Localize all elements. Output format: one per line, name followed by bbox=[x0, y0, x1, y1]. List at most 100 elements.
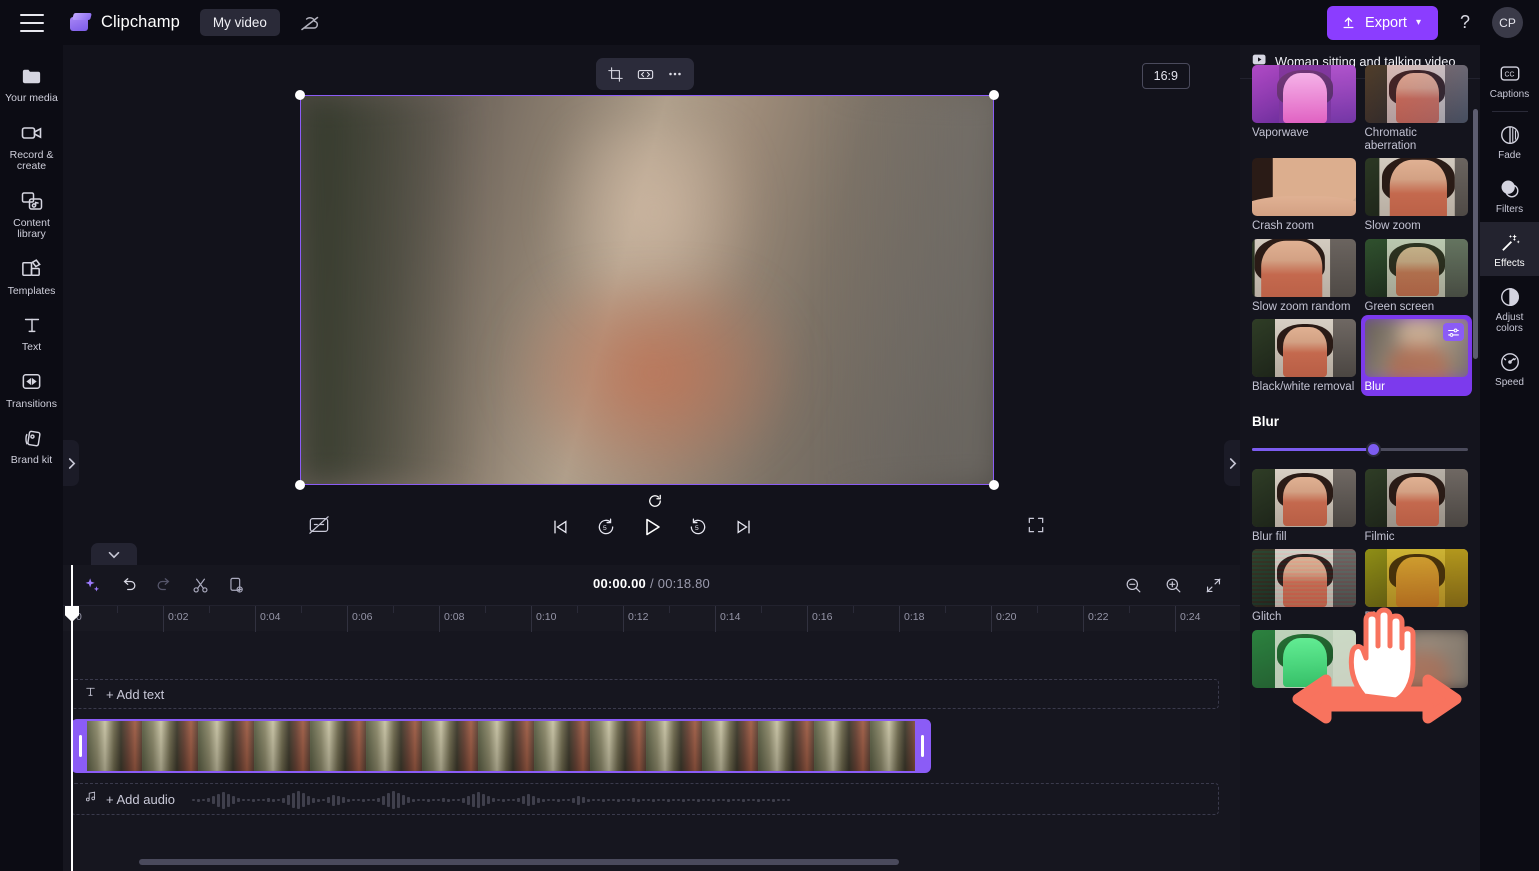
sidebar-item-transitions[interactable]: Transitions bbox=[0, 361, 63, 418]
sidebar-item-filters[interactable]: Filters bbox=[1480, 168, 1539, 222]
ruler-label: 0:22 bbox=[1088, 611, 1109, 623]
blur-slider[interactable] bbox=[1252, 441, 1468, 459]
sidebar-label: Speed bbox=[1495, 377, 1524, 388]
sidebar-item-effects[interactable]: Effects bbox=[1480, 222, 1539, 276]
sidebar-label: Text bbox=[21, 341, 42, 353]
aspect-ratio-badge[interactable]: 16:9 bbox=[1141, 63, 1190, 89]
top-bar: Clipchamp My video Export ▾ ? CP bbox=[0, 0, 1539, 45]
time-separator: / bbox=[649, 576, 654, 591]
forward-5-icon[interactable]: 5 bbox=[684, 513, 712, 541]
export-button[interactable]: Export ▾ bbox=[1327, 5, 1438, 40]
trim-handle-right[interactable] bbox=[915, 721, 929, 771]
effect-label: Filmic bbox=[1364, 530, 1395, 543]
sidebar-item-text[interactable]: Text bbox=[0, 304, 63, 361]
folder-icon bbox=[20, 64, 44, 88]
sidebar-label: Effects bbox=[1494, 258, 1525, 269]
sparkle-icon[interactable] bbox=[77, 571, 107, 599]
sidebar-item-captions[interactable]: CC Captions bbox=[1480, 53, 1539, 107]
sidebar-label: Filters bbox=[1495, 204, 1524, 215]
add-audio-track[interactable]: + Add audio bbox=[71, 783, 1219, 815]
effects-wand-icon bbox=[1498, 231, 1521, 254]
trim-handle-left[interactable] bbox=[73, 721, 87, 771]
fit-timeline-icon[interactable] bbox=[1198, 571, 1228, 599]
playhead[interactable] bbox=[65, 565, 79, 871]
svg-text:5: 5 bbox=[603, 525, 607, 532]
scissors-icon[interactable] bbox=[185, 571, 215, 599]
sidebar-item-templates[interactable]: Templates bbox=[0, 248, 63, 305]
add-text-track[interactable]: + Add text bbox=[71, 679, 1219, 709]
effect-thumbnail bbox=[1252, 238, 1356, 297]
effect-slow-zoom[interactable]: Slow zoom bbox=[1364, 158, 1468, 233]
timeline-scrollbar[interactable] bbox=[139, 859, 899, 865]
effects-scroll-area[interactable]: Vaporwave Chromatic aberration Crash zoo… bbox=[1240, 65, 1480, 871]
speedometer-icon bbox=[1498, 350, 1521, 373]
redo-icon[interactable] bbox=[149, 571, 179, 599]
effect-thumbnail bbox=[1252, 468, 1356, 527]
sidebar-item-record-create[interactable]: Record & create bbox=[0, 112, 63, 180]
video-clip[interactable] bbox=[71, 719, 931, 773]
avatar[interactable]: CP bbox=[1492, 7, 1523, 38]
effect-glitch[interactable]: Glitch bbox=[1252, 549, 1356, 624]
sidebar-label: Adjust colors bbox=[1495, 312, 1524, 334]
effect-blur[interactable]: Blur bbox=[1360, 315, 1472, 396]
fit-arrows-icon[interactable] bbox=[632, 62, 658, 86]
effects-panel-scrollbar[interactable] bbox=[1473, 109, 1478, 359]
ruler-label: 0:02 bbox=[168, 611, 189, 623]
effect-next-row-right[interactable] bbox=[1364, 629, 1468, 688]
timeline-collapse-button[interactable] bbox=[91, 543, 137, 565]
project-name-chip[interactable]: My video bbox=[199, 9, 280, 36]
captions-off-icon[interactable] bbox=[308, 515, 334, 539]
sidebar-item-adjust-colors[interactable]: Adjust colors bbox=[1480, 276, 1539, 341]
resize-handle-bottom-right[interactable] bbox=[989, 480, 999, 490]
cloud-off-icon[interactable] bbox=[298, 11, 322, 35]
right-panel-collapse-button[interactable] bbox=[1224, 440, 1240, 486]
fullscreen-icon[interactable] bbox=[1026, 515, 1050, 539]
ellipsis-icon[interactable] bbox=[662, 62, 688, 86]
current-time: 00:00.00 bbox=[593, 576, 646, 591]
effect-label: Crash zoom bbox=[1252, 220, 1314, 232]
video-preview[interactable] bbox=[300, 95, 994, 485]
sidebar-item-brand-kit[interactable]: Brand kit bbox=[0, 417, 63, 474]
effect-vaporwave[interactable]: Vaporwave bbox=[1252, 65, 1356, 152]
left-rail-collapse-button[interactable] bbox=[63, 440, 79, 486]
effect-next-row-left[interactable] bbox=[1252, 629, 1356, 688]
slider-knob[interactable] bbox=[1365, 441, 1381, 457]
effect-chromatic-aberration[interactable]: Chromatic aberration bbox=[1364, 65, 1468, 152]
effect-blur-fill[interactable]: Blur fill bbox=[1252, 468, 1356, 544]
effect-crash-zoom[interactable]: Crash zoom bbox=[1252, 158, 1356, 233]
effect-label: Blur fill bbox=[1252, 530, 1287, 543]
rewind-5-icon[interactable]: 5 bbox=[592, 513, 620, 541]
reload-icon[interactable] bbox=[645, 491, 665, 511]
audio-waveform bbox=[192, 789, 1212, 811]
effect-thumbnail bbox=[1364, 468, 1468, 527]
help-button[interactable]: ? bbox=[1452, 10, 1478, 36]
crop-icon[interactable] bbox=[602, 62, 628, 86]
zoom-in-icon[interactable] bbox=[1158, 571, 1188, 599]
resize-handle-top-left[interactable] bbox=[295, 90, 305, 100]
chevron-down-icon bbox=[108, 551, 120, 558]
hamburger-icon[interactable] bbox=[20, 13, 44, 32]
effect-disco[interactable]: Disco bbox=[1364, 549, 1468, 624]
resize-handle-top-right[interactable] bbox=[989, 90, 999, 100]
skip-next-icon[interactable] bbox=[730, 513, 758, 541]
music-note-icon bbox=[84, 790, 97, 808]
effect-filmic[interactable]: Filmic bbox=[1364, 468, 1468, 544]
sidebar-item-fade[interactable]: Fade bbox=[1480, 114, 1539, 168]
effect-green-screen[interactable]: Green screen bbox=[1364, 238, 1468, 314]
undo-icon[interactable] bbox=[113, 571, 143, 599]
sliders-icon[interactable] bbox=[1443, 323, 1464, 341]
sidebar-item-speed[interactable]: Speed bbox=[1480, 341, 1539, 395]
closed-captions-icon: CC bbox=[1498, 62, 1521, 85]
duplicate-icon[interactable] bbox=[221, 571, 251, 599]
sidebar-item-content-library[interactable]: Content library bbox=[0, 180, 63, 248]
timeline-ruler[interactable]: 0 0:02 0:04 0:06 0:08 0:10 0:12 0:14 0:16 0:18 0:2… bbox=[63, 605, 1240, 632]
effect-black-white-removal[interactable]: Black/white removal bbox=[1252, 319, 1356, 396]
sidebar-item-your-media[interactable]: Your media bbox=[0, 55, 63, 112]
zoom-out-icon[interactable] bbox=[1118, 571, 1148, 599]
blur-slider-title: Blur bbox=[1252, 413, 1279, 429]
play-icon[interactable] bbox=[638, 513, 666, 541]
resize-handle-bottom-left[interactable] bbox=[295, 480, 305, 490]
upload-icon bbox=[1343, 17, 1354, 29]
skip-previous-icon[interactable] bbox=[546, 513, 574, 541]
effect-slow-zoom-random[interactable]: Slow zoom random bbox=[1252, 238, 1356, 314]
